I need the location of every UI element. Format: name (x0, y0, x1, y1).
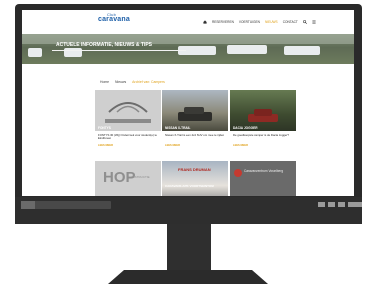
card-title[interactable]: De goedkoopste camper is de Dacia Jogger… (233, 133, 293, 137)
home-icon[interactable] (203, 20, 207, 24)
car-icon (248, 109, 278, 122)
tray-icon[interactable] (328, 202, 335, 207)
card-title[interactable]: Nissan X-Trail is een 4x4 SUV om mee te … (165, 133, 225, 137)
nav-item-contact[interactable]: CONTACT (283, 20, 298, 24)
search-icon[interactable] (302, 20, 307, 24)
card-image[interactable]: NISSAN X-TRAIL (162, 90, 228, 131)
news-card[interactable]: DACIA JOGGER De goedkoopste camper is de… (230, 90, 296, 152)
news-card[interactable]: FONTYS FONTYS 30 (Wij) Onderzoek voor st… (95, 90, 161, 152)
card-image-caption: NISSAN X-TRAIL (165, 126, 191, 130)
card-image-label: FRANS DRUMAN (178, 167, 211, 172)
site-logo[interactable]: Club caravana (98, 12, 130, 23)
start-icon[interactable] (21, 201, 35, 209)
hero-banner: ACTUELE INFORMATIE, NIEUWS & TIPS (22, 34, 354, 64)
breadcrumb-nieuws[interactable]: Nieuws (115, 80, 126, 84)
news-card[interactable]: Caravanzentrum Vorarlberg (230, 161, 296, 196)
logo-small-text: Club (107, 12, 117, 17)
card-image[interactable]: FRANS DRUMAN CARAVANS APK VOORTSEINTOM (162, 161, 228, 196)
news-card[interactable]: FRANS DRUMAN CARAVANS APK VOORTSEINTOM (162, 161, 228, 196)
monitor-stand-base (108, 270, 268, 284)
card-image[interactable]: DACIA JOGGER (230, 90, 296, 131)
card-image-caption: CARAVANS APK VOORTSEINTOM (165, 184, 214, 188)
nav-item-nieuws[interactable]: NIEUWS (265, 20, 278, 24)
car-icon (178, 107, 212, 121)
card-image-caption: DACIA JOGGER (233, 126, 258, 130)
read-more-link[interactable]: LEES MEER (98, 144, 113, 147)
card-image-label: CONSTRUCTIE (128, 175, 150, 179)
card-image-caption: Caravanzentrum Vorarlberg (244, 169, 284, 173)
taskbar-right (318, 202, 362, 207)
tray-icon[interactable] (348, 202, 362, 207)
monitor-screen: Club caravana RESERVEREN VOERTUIGEN NIEU… (22, 10, 354, 196)
site-header: Club caravana RESERVEREN VOERTUIGEN NIEU… (22, 10, 354, 34)
news-card[interactable]: NISSAN X-TRAIL Nissan X-Trail is een 4x4… (162, 90, 228, 152)
logo-text: caravana (98, 16, 130, 23)
card-title[interactable]: FONTYS 30 (Wij) Onderzoek voor student(e… (98, 133, 158, 141)
card-image[interactable]: FONTYS (95, 90, 161, 131)
hero-underline (52, 50, 186, 51)
tent-icon (105, 102, 151, 123)
read-more-link[interactable]: LEES MEER (165, 144, 180, 147)
card-image[interactable]: Caravanzentrum Vorarlberg (230, 161, 296, 196)
brand-icon (234, 169, 242, 177)
read-more-link[interactable]: LEES MEER (233, 144, 248, 147)
monitor-stand-neck (167, 224, 211, 274)
breadcrumb-current: Archief van: Campers (132, 80, 165, 84)
menu-icon[interactable] (312, 20, 316, 24)
card-image[interactable]: HOP CONSTRUCTIE (95, 161, 161, 196)
news-card[interactable]: HOP CONSTRUCTIE (95, 161, 161, 196)
tray-icon[interactable] (338, 202, 345, 207)
tray-icon[interactable] (318, 202, 325, 207)
breadcrumb-home[interactable]: Home (100, 80, 109, 84)
taskbar-left (21, 201, 111, 209)
nav-item-voertuigen[interactable]: VOERTUIGEN (239, 20, 260, 24)
nav-item-reserveren[interactable]: RESERVEREN (212, 20, 234, 24)
breadcrumb: Home Nieuws Archief van: Campers (100, 80, 165, 84)
card-image-caption: FONTYS (98, 126, 111, 130)
hero-title: ACTUELE INFORMATIE, NIEUWS & TIPS (56, 42, 153, 48)
main-nav: RESERVEREN VOERTUIGEN NIEUWS CONTACT (203, 20, 316, 24)
